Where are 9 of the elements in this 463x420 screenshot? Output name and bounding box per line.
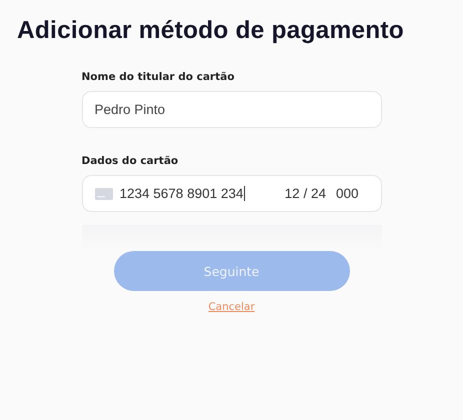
card-number-text: 1234 5678 8901 234 (120, 186, 246, 201)
credit-card-icon (94, 188, 112, 200)
name-input-field[interactable]: Pedro Pinto (82, 91, 382, 128)
expiry-text: 12 / 24 (284, 186, 326, 201)
card-input-field[interactable]: 1234 5678 8901 234 12 / 24 000 (82, 175, 382, 212)
cvc-text: 000 (336, 186, 358, 201)
page-title: Adicionar método de pagamento (16, 16, 405, 45)
field-label: Nome do titular do cartão (82, 71, 236, 83)
field-label: Dados do cartão (82, 155, 180, 167)
